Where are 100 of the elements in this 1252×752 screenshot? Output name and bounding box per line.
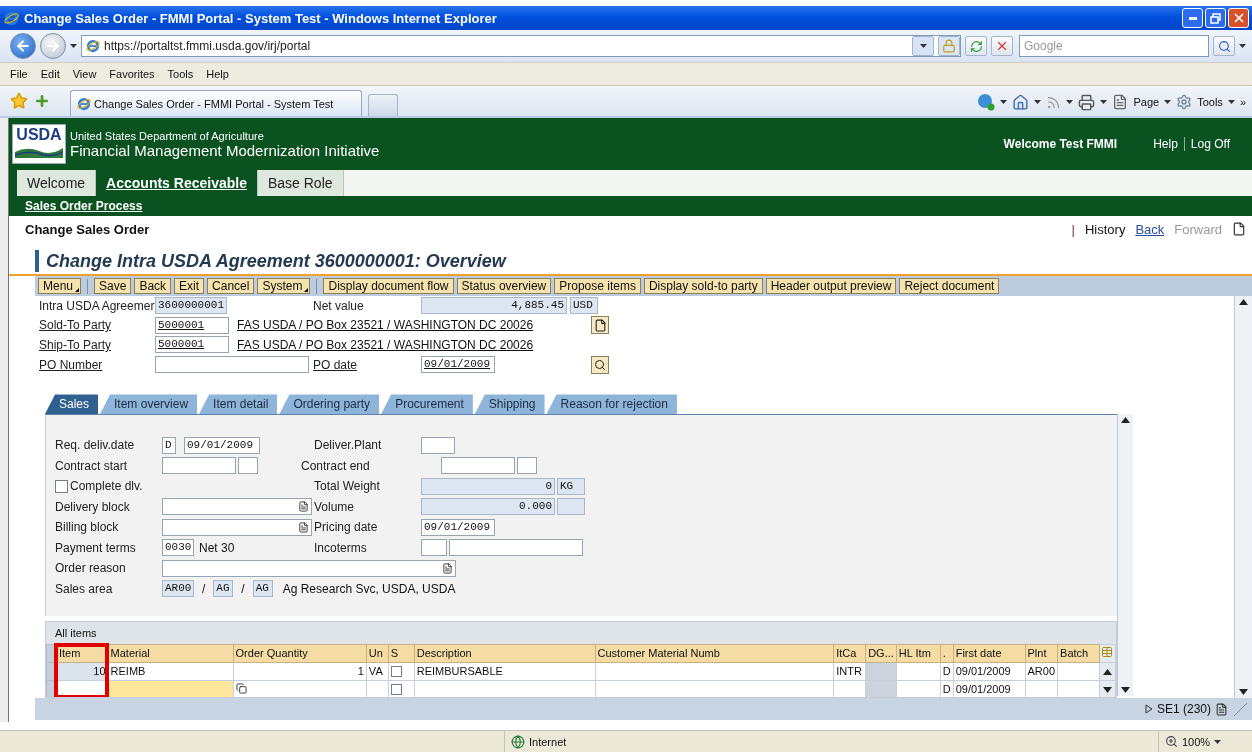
row-selector[interactable]: [46, 662, 57, 681]
input-field[interactable]: [238, 457, 258, 475]
zoom-control[interactable]: 100%: [1158, 731, 1238, 752]
tab[interactable]: Procurement: [381, 394, 473, 414]
sub-nav-link[interactable]: Sales Order Process: [25, 199, 143, 213]
page-menu[interactable]: Page: [1133, 96, 1160, 108]
caret-icon[interactable]: [70, 44, 77, 48]
nav-tab[interactable]: Base Role: [257, 170, 344, 196]
back-link[interactable]: Back: [1135, 221, 1165, 237]
dropdown-button[interactable]: [912, 36, 934, 56]
tab[interactable]: Ordering party: [279, 394, 380, 414]
up-arrow-icon[interactable]: [1102, 669, 1112, 676]
search-document-button[interactable]: [591, 355, 609, 374]
browser-tab[interactable]: Change Sales Order - FMMI Portal - System Test: [70, 90, 362, 116]
session-info-icon[interactable]: [1215, 702, 1228, 716]
input-field[interactable]: [421, 539, 447, 557]
input-field[interactable]: [155, 356, 309, 374]
toolbar-button[interactable]: Status overview: [456, 278, 552, 294]
tab[interactable]: Item overview: [100, 394, 198, 414]
menu-item[interactable]: View: [72, 68, 105, 80]
page-icon[interactable]: [1112, 94, 1129, 110]
page-menu-icon[interactable]: [1232, 222, 1246, 236]
nav-tab[interactable]: Welcome: [17, 170, 97, 196]
caret-icon[interactable]: [919, 44, 927, 48]
input-field[interactable]: 09/01/2009: [421, 356, 495, 374]
menu-item[interactable]: Help: [206, 68, 237, 80]
toolbar-button[interactable]: Save: [94, 278, 132, 294]
value-help-icon[interactable]: [298, 501, 309, 513]
input-field[interactable]: 09/01/2009: [184, 436, 260, 454]
input-field[interactable]: 5000001: [155, 316, 229, 334]
copy-icon[interactable]: [235, 682, 247, 694]
input-field[interactable]: 09/01/2009: [421, 518, 495, 536]
column-header[interactable]: ItCa: [833, 644, 866, 663]
column-header[interactable]: Un: [366, 644, 389, 663]
input-field[interactable]: 5000001: [155, 336, 229, 354]
document-button[interactable]: [591, 316, 609, 335]
column-header[interactable]: Batch: [1057, 644, 1100, 663]
column-header[interactable]: DG...: [865, 644, 897, 663]
input-field[interactable]: [449, 539, 583, 557]
minimize-button[interactable]: [1182, 8, 1203, 28]
restore-button[interactable]: [1205, 8, 1226, 28]
nav-tab[interactable]: Accounts Receivable: [96, 170, 258, 196]
menu-button[interactable]: System: [257, 278, 311, 294]
down-arrow-icon[interactable]: [1239, 689, 1248, 695]
caret-icon[interactable]: [1214, 739, 1222, 744]
menu-item[interactable]: Favorites: [109, 68, 163, 80]
column-header[interactable]: Plnt: [1025, 644, 1058, 663]
back-button[interactable]: [10, 33, 36, 59]
caret-icon[interactable]: [1066, 100, 1074, 104]
address-field[interactable]: https://portaltst.fmmi.usda.gov/irj/portal: [81, 35, 961, 57]
input-field[interactable]: [421, 436, 455, 454]
history-menu[interactable]: History: [1084, 221, 1126, 237]
tab[interactable]: Shipping: [474, 394, 545, 414]
row-selector[interactable]: [46, 644, 57, 663]
input-field[interactable]: [162, 457, 236, 475]
caret-icon[interactable]: [1100, 100, 1108, 104]
more-chevron[interactable]: »: [1239, 96, 1246, 108]
toolbar-button[interactable]: Propose items: [554, 278, 641, 294]
close-button[interactable]: [1228, 8, 1249, 28]
toolbar-button[interactable]: Header output preview: [765, 278, 897, 294]
input-field[interactable]: [517, 457, 537, 475]
column-header[interactable]: Customer Material Numb: [595, 644, 834, 663]
print-icon[interactable]: [1078, 93, 1096, 111]
caret-icon[interactable]: [1227, 100, 1235, 104]
favorites-star-icon[interactable]: [10, 92, 28, 110]
header-link[interactable]: Help: [1147, 137, 1184, 151]
dropdown-field[interactable]: [162, 559, 456, 577]
settings-icon[interactable]: [1176, 94, 1193, 110]
header-link[interactable]: Log Off: [1183, 137, 1236, 151]
toolbar-button[interactable]: Exit: [174, 278, 205, 294]
menu-item[interactable]: File: [10, 68, 36, 80]
value-help-icon[interactable]: [298, 521, 309, 533]
up-arrow-icon[interactable]: [1121, 416, 1130, 423]
field-link[interactable]: Ship-To Party: [39, 338, 155, 352]
menu-item[interactable]: Tools: [167, 68, 202, 80]
column-header[interactable]: Material: [108, 644, 234, 663]
row-selector[interactable]: [46, 680, 57, 697]
tools-menu[interactable]: Tools: [1197, 96, 1223, 108]
input-field[interactable]: D: [162, 436, 176, 454]
dropdown-field[interactable]: [162, 518, 312, 536]
caret-icon[interactable]: [1034, 100, 1042, 104]
tab[interactable]: Reason for rejection: [546, 394, 677, 414]
field-link[interactable]: PO date: [313, 357, 421, 372]
scrollbar[interactable]: [1234, 296, 1252, 698]
search-button[interactable]: [1213, 36, 1235, 56]
caret-icon[interactable]: [1239, 44, 1246, 48]
address-link[interactable]: FAS USDA / PO Box 23521 / WASHINGTON DC 20026: [237, 338, 583, 352]
add-favorite-icon[interactable]: [34, 93, 50, 109]
tab[interactable]: Sales: [45, 394, 99, 414]
input-field[interactable]: [441, 457, 515, 475]
toolbar-button[interactable]: Reject document: [899, 278, 1000, 294]
menu-button[interactable]: Menu: [38, 278, 82, 294]
field-link[interactable]: PO Number: [39, 357, 155, 372]
toolbar-button[interactable]: Display document flow: [323, 278, 454, 294]
toolbar-button[interactable]: Back: [134, 278, 172, 294]
stop-button[interactable]: [991, 36, 1013, 56]
menu-item[interactable]: Edit: [40, 68, 68, 80]
column-header[interactable]: Order Quantity: [233, 644, 367, 663]
column-header[interactable]: S: [388, 644, 415, 663]
input-field[interactable]: 0030: [162, 539, 194, 557]
